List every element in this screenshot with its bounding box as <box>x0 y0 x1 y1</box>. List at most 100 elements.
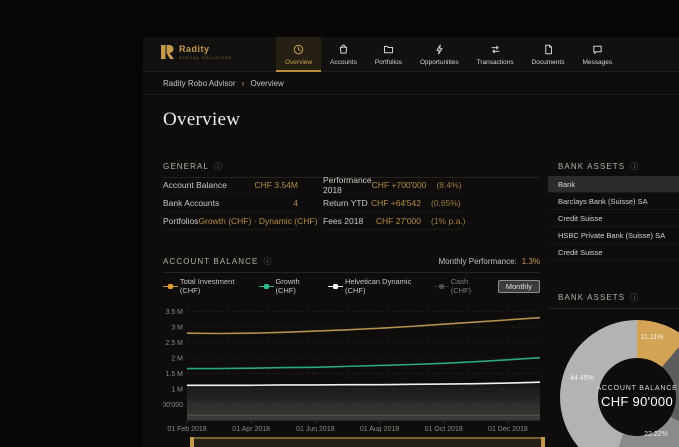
bank-assets-donut-chart: 11.11%22.22%22.22%44.45% <box>548 309 679 447</box>
stat-value: CHF +700'000 <box>372 180 427 190</box>
tab-transactions[interactable]: Transactions <box>468 37 523 72</box>
stat-extra: (8.4%) <box>426 180 463 190</box>
tab-label: Portfolios <box>375 59 402 66</box>
monthly-performance-label: Monthly Performance: <box>439 257 517 266</box>
document-icon <box>543 44 554 57</box>
desktop-background: Radity DIGITAL SOLUTIONS Overview Accoun… <box>0 0 679 447</box>
brand-name: Radity <box>179 44 232 54</box>
range-monthly-button[interactable]: Monthly <box>498 280 540 293</box>
top-nav: Radity DIGITAL SOLUTIONS Overview Accoun… <box>143 37 679 72</box>
stat-label: Return YTD <box>323 198 371 208</box>
legend-label: Helvetican Dynamic (CHF) <box>345 277 421 295</box>
stat-extra: (0.65%) <box>421 198 463 208</box>
tab-documents[interactable]: Documents <box>523 37 574 72</box>
svg-text:01 Apr 2018: 01 Apr 2018 <box>232 426 270 432</box>
account-balance-heading: ACCOUNT BALANCE <box>163 257 258 266</box>
legend-label: Cash (CHF) <box>451 277 485 295</box>
chart-brush[interactable] <box>190 437 545 447</box>
tab-messages[interactable]: Messages <box>573 37 621 72</box>
legend-marker-icon <box>259 283 272 290</box>
swap-arrows-icon <box>490 44 501 57</box>
info-icon[interactable] <box>630 161 639 172</box>
legend-marker-icon <box>434 283 447 290</box>
info-icon[interactable] <box>214 161 223 172</box>
legend-marker-icon <box>328 283 341 290</box>
bank-list-column-header[interactable]: Bank <box>548 176 679 193</box>
bank-assets-heading: BANK ASSETS <box>558 162 625 171</box>
stat-row: Return YTD CHF +64'542 (0.65%) <box>323 194 463 212</box>
app-window: Radity DIGITAL SOLUTIONS Overview Accoun… <box>143 37 679 447</box>
radity-logo-icon <box>161 45 174 59</box>
chevron-right-icon: › <box>241 78 244 88</box>
stat-extra: (1% p.a.) <box>421 216 463 226</box>
tab-portfolios[interactable]: Portfolios <box>366 37 411 72</box>
svg-text:01 Dec 2018: 01 Dec 2018 <box>488 426 528 432</box>
svg-text:1.5 M: 1.5 M <box>165 371 183 378</box>
legend-total-investment[interactable]: Total Investment (CHF) <box>163 277 246 295</box>
stat-row: Portfolios Growth (CHF) · Dynamic (CHF) <box>163 212 298 230</box>
clock-icon <box>293 44 304 57</box>
stat-value: 4 <box>293 198 298 208</box>
donut-center-label: ACCOUNT BALANCE <box>590 385 679 392</box>
general-heading: GENERAL <box>163 162 209 171</box>
stat-label: Performance 2018 <box>323 175 372 195</box>
stat-label: Fees 2018 <box>323 216 376 226</box>
legend-cash[interactable]: Cash (CHF) <box>434 277 485 295</box>
briefcase-icon <box>338 44 349 57</box>
chat-bubble-icon <box>592 44 603 57</box>
bank-assets-list: Bank Barclays Bank (Suisse) SA Credit Su… <box>548 176 679 261</box>
stat-value: CHF +64'542 <box>371 198 421 208</box>
svg-text:3.5 M: 3.5 M <box>165 309 183 316</box>
account-balance-line-chart: 3.5 M3 M2.5 M2 M1.5 M1 M500'00001 Feb 20… <box>163 300 545 432</box>
tab-label: Messages <box>582 59 612 66</box>
stat-row: Performance 2018 CHF +700'000 (8.4%) <box>323 176 463 194</box>
svg-text:01 Aug 2018: 01 Aug 2018 <box>360 426 399 432</box>
svg-text:500'000: 500'000 <box>163 402 183 409</box>
tab-accounts[interactable]: Accounts <box>321 37 366 72</box>
nav-tabs: Overview Accounts Portfolios Opportuniti… <box>276 37 621 72</box>
info-icon[interactable] <box>263 256 272 267</box>
brand-tagline: DIGITAL SOLUTIONS <box>179 55 232 60</box>
legend-label: Growth (CHF) <box>275 277 315 295</box>
stat-row: Account Balance CHF 3.54M <box>163 176 298 194</box>
stat-label: Bank Accounts <box>163 198 293 208</box>
svg-text:01 Jun 2018: 01 Jun 2018 <box>296 426 335 432</box>
tab-overview[interactable]: Overview <box>276 37 321 72</box>
tab-label: Accounts <box>330 59 357 66</box>
stat-value: CHF 3.54M <box>255 180 298 190</box>
svg-text:1 M: 1 M <box>171 387 183 394</box>
tab-opportunities[interactable]: Opportunities <box>411 37 468 72</box>
svg-text:22.22%: 22.22% <box>644 431 668 438</box>
spark-icon <box>434 44 445 57</box>
brush-left-handle[interactable] <box>190 437 194 447</box>
account-balance-section-header: ACCOUNT BALANCE Monthly Performance: 1.3… <box>163 256 540 273</box>
bank-list-item[interactable]: Credit Suisse <box>548 210 679 227</box>
chart-legend: Total Investment (CHF) Growth (CHF) Helv… <box>163 278 540 294</box>
stat-row: Fees 2018 CHF 27'000 (1% p.a.) <box>323 212 463 230</box>
svg-text:2.5 M: 2.5 M <box>165 340 183 347</box>
brush-right-handle[interactable] <box>541 437 545 447</box>
bank-list-item[interactable]: Credit Suisse <box>548 244 679 261</box>
breadcrumb: Radity Robo Advisor › Overview <box>143 72 679 95</box>
stat-row: Bank Accounts 4 <box>163 194 298 212</box>
legend-growth[interactable]: Growth (CHF) <box>259 277 316 295</box>
tab-label: Overview <box>285 59 312 66</box>
page-title: Overview <box>163 109 240 131</box>
svg-text:44.45%: 44.45% <box>570 375 594 382</box>
breadcrumb-current: Overview <box>250 79 283 88</box>
tab-label: Opportunities <box>420 59 459 66</box>
legend-helvetican-dynamic[interactable]: Helvetican Dynamic (CHF) <box>328 277 421 295</box>
bank-list-item[interactable]: HSBC Private Bank (Suisse) SA <box>548 227 679 244</box>
svg-text:01 Feb 2018: 01 Feb 2018 <box>167 426 206 432</box>
tab-label: Documents <box>532 59 565 66</box>
brand-logo[interactable]: Radity DIGITAL SOLUTIONS <box>161 44 232 60</box>
legend-label: Total Investment (CHF) <box>180 277 246 295</box>
svg-text:3 M: 3 M <box>171 325 183 332</box>
breadcrumb-root[interactable]: Radity Robo Advisor <box>163 79 235 88</box>
tab-label: Transactions <box>477 59 514 66</box>
bank-list-item[interactable]: Barclays Bank (Suisse) SA <box>548 193 679 210</box>
info-icon[interactable] <box>630 292 639 303</box>
folder-icon <box>383 44 394 57</box>
stat-value: Growth (CHF) · Dynamic (CHF) <box>198 216 317 226</box>
stat-label: Portfolios <box>163 216 198 226</box>
